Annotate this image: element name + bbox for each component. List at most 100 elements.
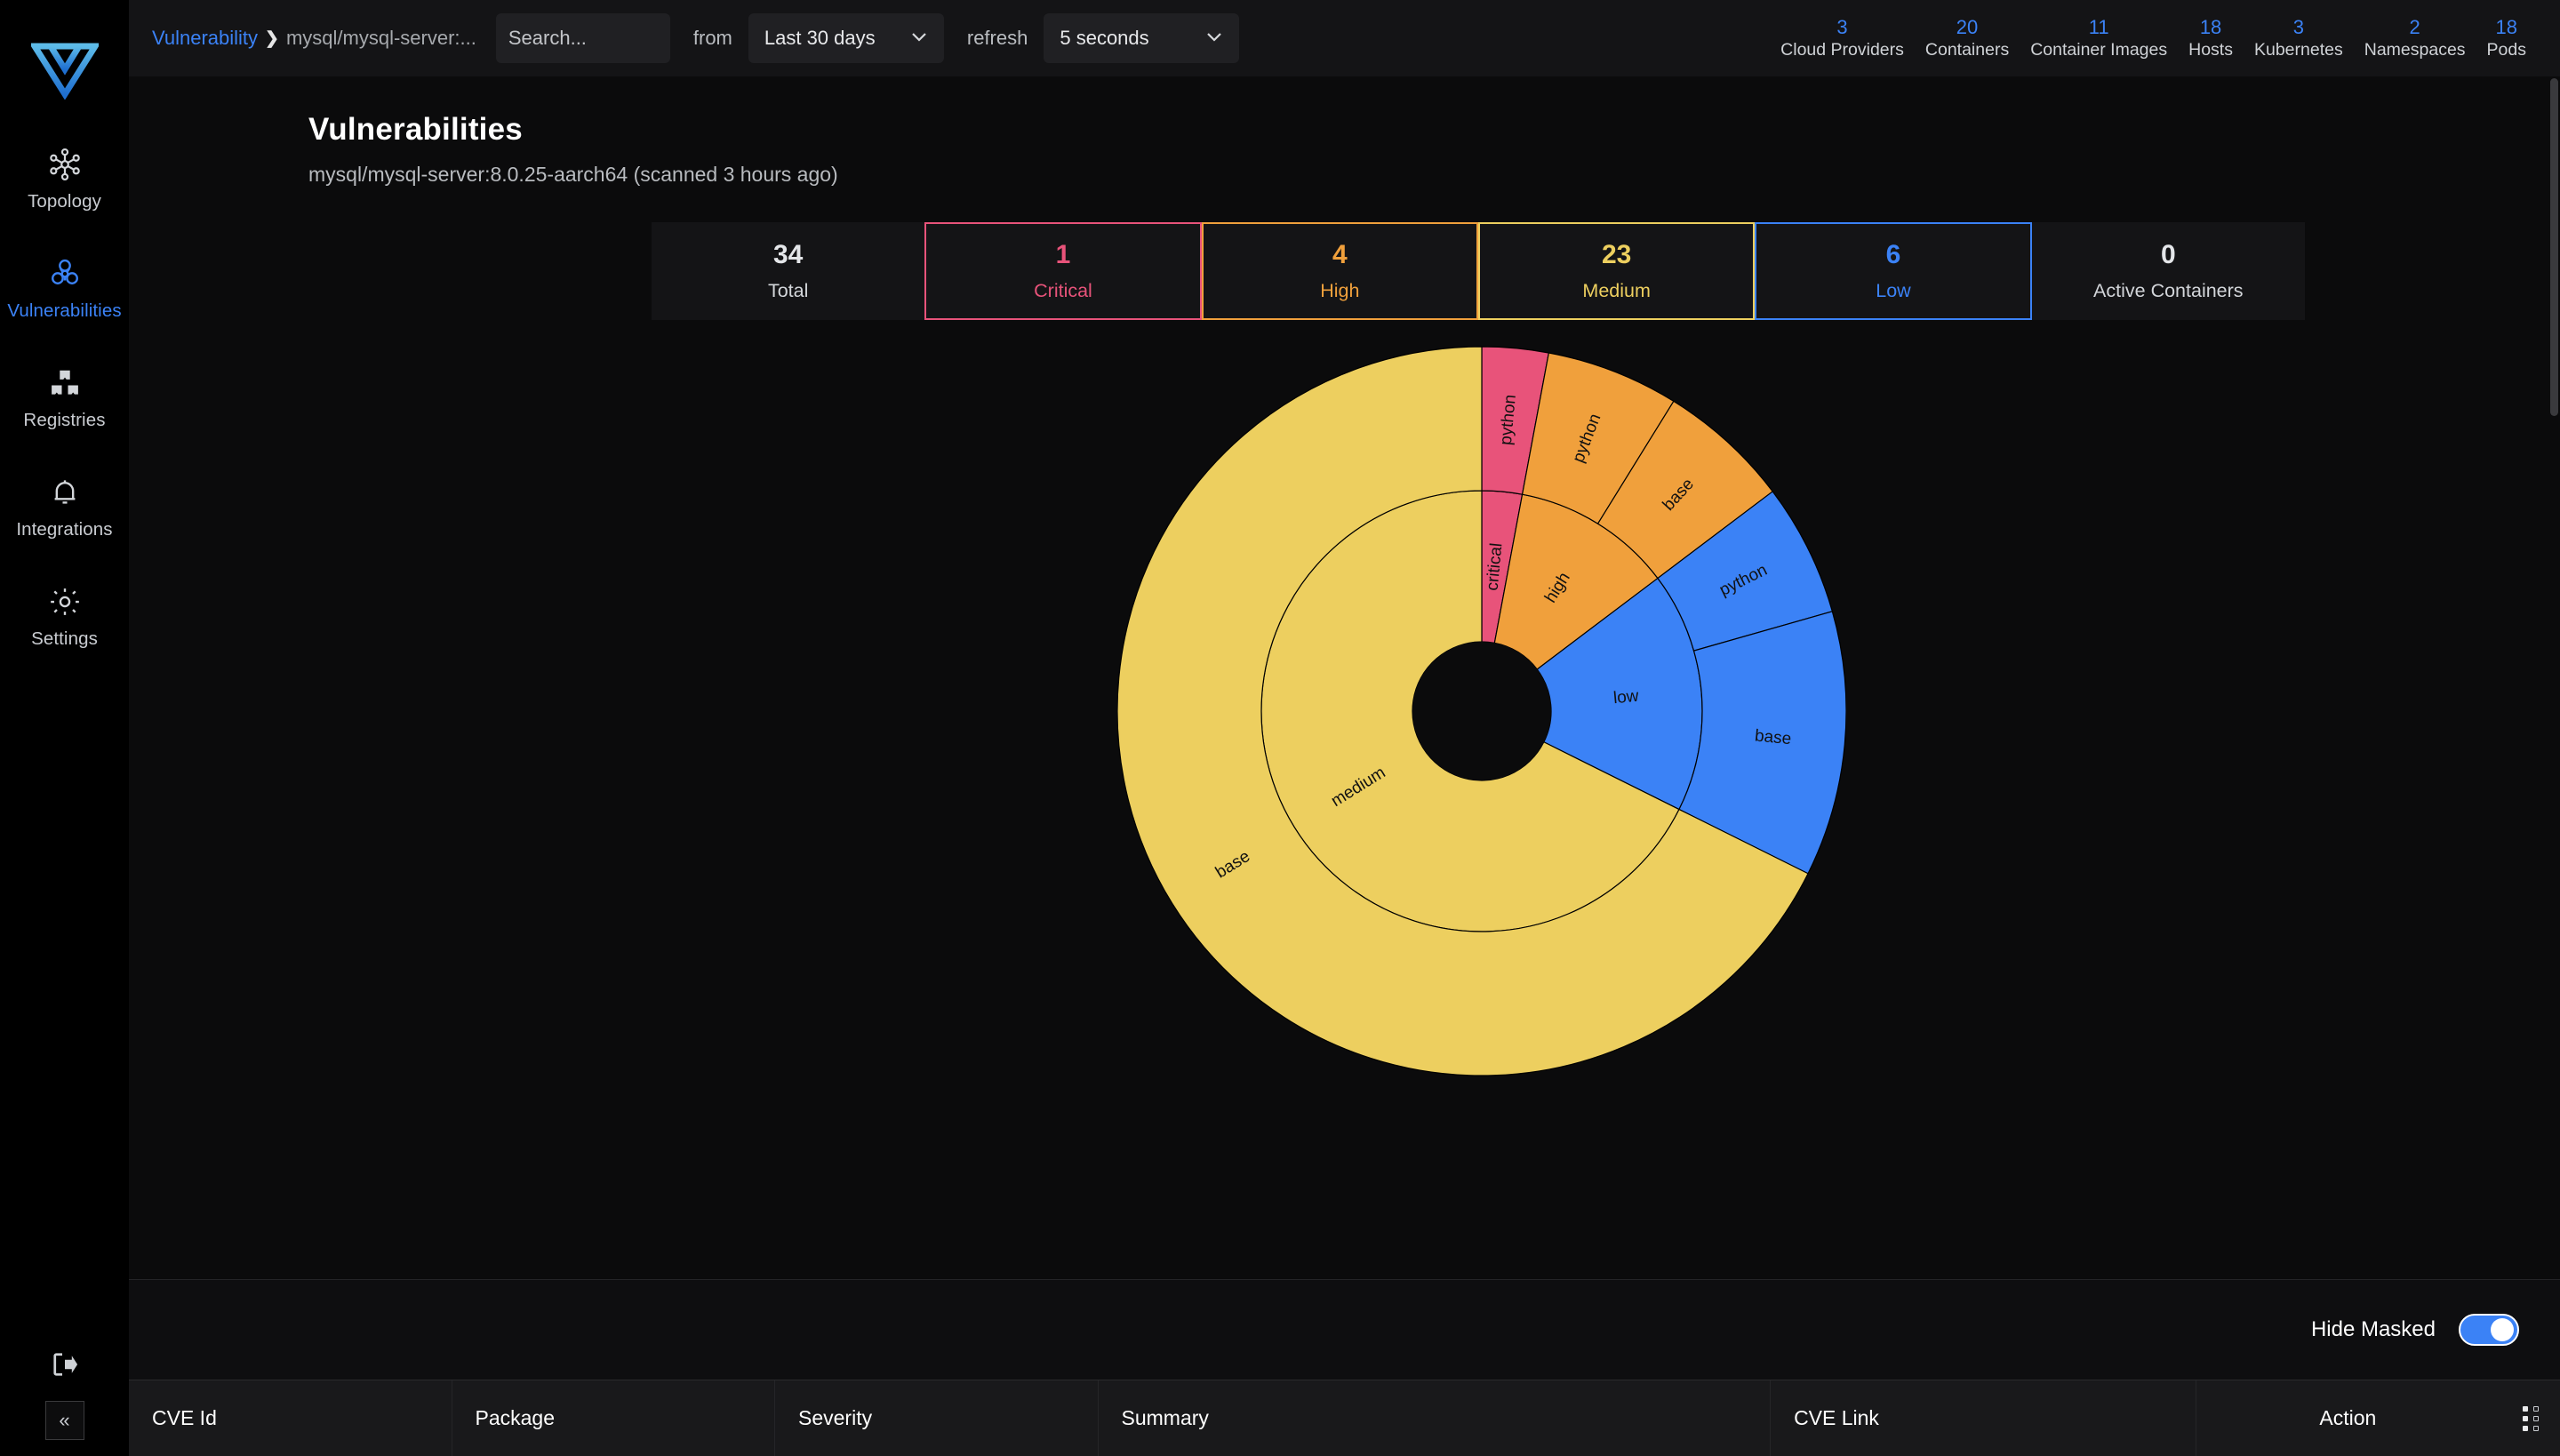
from-label: from — [692, 27, 732, 49]
severity-card-medium[interactable]: 23 Medium — [1477, 222, 1756, 320]
sidebar-nav: Topology Vulnerabilities Registries Inte… — [0, 142, 129, 653]
sunburst-center-hole — [1412, 642, 1551, 780]
severity-label: Total — [767, 280, 809, 301]
stat-label: Pods — [2486, 40, 2526, 60]
hide-masked-row: Hide Masked — [129, 1280, 2560, 1380]
severity-label: Medium — [1582, 280, 1651, 301]
column-header-package[interactable]: Package — [452, 1380, 775, 1456]
sidebar-item-label: Settings — [31, 628, 98, 649]
stat-namespaces[interactable]: 2 Namespaces — [2354, 16, 2476, 60]
stat-value: 3 — [2292, 16, 2304, 38]
hide-masked-toggle[interactable] — [2459, 1314, 2519, 1346]
sidebar-item-vulnerabilities[interactable]: Vulnerabilities — [0, 252, 129, 325]
chart-area: critical high low medium python python base pyt… — [129, 320, 2560, 1218]
stat-kubernetes[interactable]: 3 Kubernetes — [2244, 16, 2354, 60]
stat-value: 2 — [2409, 16, 2420, 38]
severity-label: Active Containers — [2093, 280, 2244, 301]
main-content: Vulnerability ❯ mysql/mysql-server:... f… — [129, 0, 2560, 1456]
stat-value: 11 — [2088, 16, 2109, 38]
page-title: Vulnerabilities — [308, 112, 523, 147]
results-panel: Hide Masked CVE Id Package Severity Summ… — [129, 1279, 2560, 1456]
refresh-label: refresh — [966, 27, 1028, 49]
toggle-knob — [2491, 1318, 2514, 1341]
column-header-cve-link[interactable]: CVE Link — [1771, 1380, 2196, 1456]
breadcrumb-root-link[interactable]: Vulnerability — [152, 27, 258, 50]
hide-masked-label: Hide Masked — [2310, 1317, 2436, 1341]
sidebar-item-label: Topology — [28, 191, 101, 212]
column-header-severity[interactable]: Severity — [775, 1380, 1099, 1456]
severity-card-high[interactable]: 4 High — [1201, 222, 1478, 320]
time-range-value: Last 30 days — [764, 27, 876, 49]
deepfence-logo-icon — [28, 43, 100, 100]
severity-count: 1 — [1055, 240, 1071, 269]
stat-container-images[interactable]: 11 Container Images — [2020, 16, 2178, 60]
stat-cloud-providers[interactable]: 3 Cloud Providers — [1770, 16, 1915, 60]
column-settings-icon — [2523, 1405, 2540, 1431]
stat-label: Container Images — [2030, 40, 2168, 60]
breadcrumb: Vulnerability ❯ mysql/mysql-server:... — [152, 27, 476, 50]
stat-pods[interactable]: 18 Pods — [2476, 16, 2537, 60]
stat-value: 3 — [1836, 16, 1848, 38]
severity-card-total[interactable]: 34 Total — [652, 222, 925, 320]
time-range-select[interactable]: Last 30 days — [748, 13, 944, 63]
topology-icon — [46, 146, 84, 183]
breadcrumb-separator-icon: ❯ — [265, 28, 279, 48]
collapse-chevrons-icon: « — [59, 1409, 70, 1431]
column-header-action[interactable]: Action — [2196, 1380, 2500, 1456]
sidebar-item-settings[interactable]: Settings — [0, 580, 129, 653]
severity-count: 34 — [772, 240, 804, 269]
stat-hosts[interactable]: 18 Hosts — [2178, 16, 2244, 60]
sidebar-item-label: Vulnerabilities — [7, 300, 122, 321]
stat-value: 18 — [2199, 16, 2222, 38]
chevron-down-icon — [908, 26, 930, 52]
sunburst-outer-label-low-base: base — [1754, 727, 1792, 749]
severity-card-low[interactable]: 6 Low — [1755, 222, 2032, 320]
column-header-summary[interactable]: Summary — [1099, 1380, 1772, 1456]
stat-label: Kubernetes — [2253, 40, 2343, 60]
refresh-interval-select[interactable]: 5 seconds — [1044, 13, 1240, 63]
stat-label: Namespaces — [2364, 40, 2466, 60]
page-subtitle: mysql/mysql-server:8.0.25-aarch64 (scann… — [308, 163, 838, 186]
severity-card-critical[interactable]: 1 Critical — [924, 222, 1202, 320]
gear-icon — [46, 583, 84, 620]
inventory-stats: 3 Cloud Providers 20 Containers 11 Conta… — [1770, 0, 2537, 76]
severity-label: Critical — [1034, 280, 1092, 301]
logout-icon[interactable] — [46, 1346, 84, 1383]
sidebar-item-topology[interactable]: Topology — [0, 142, 129, 216]
stat-label: Cloud Providers — [1780, 40, 1904, 60]
severity-count: 0 — [2160, 240, 2176, 269]
refresh-interval-value: 5 seconds — [1060, 27, 1149, 49]
stat-label: Containers — [1924, 40, 2010, 60]
sidebar: Topology Vulnerabilities Registries Inte… — [0, 0, 129, 1456]
collapse-sidebar-button[interactable]: « — [44, 1401, 84, 1440]
chevron-down-icon — [1204, 26, 1225, 52]
sunburst-inner-label-low: low — [1612, 687, 1640, 708]
severity-label: Low — [1876, 280, 1911, 301]
search-input[interactable] — [495, 13, 670, 63]
stat-label: Hosts — [2188, 40, 2233, 60]
boxes-icon — [46, 364, 84, 402]
stat-value: 18 — [2495, 16, 2518, 38]
app-root: Topology Vulnerabilities Registries Inte… — [0, 0, 2560, 1456]
breadcrumb-current[interactable]: mysql/mysql-server:... — [286, 27, 476, 50]
severity-count: 23 — [1601, 240, 1632, 269]
stat-containers[interactable]: 20 Containers — [1915, 16, 2020, 60]
severity-count: 4 — [1332, 240, 1348, 269]
sidebar-footer: « — [0, 1346, 129, 1440]
column-settings-button[interactable] — [2500, 1380, 2560, 1456]
sidebar-item-registries[interactable]: Registries — [0, 361, 129, 435]
bell-icon — [46, 474, 84, 511]
top-bar: Vulnerability ❯ mysql/mysql-server:... f… — [129, 0, 2560, 76]
vulnerability-sunburst-chart[interactable]: critical highlowmediumpython pythonbasepyt… — [1117, 338, 1846, 1084]
page-header: Vulnerabilities mysql/mysql-server:8.0.2… — [129, 76, 2560, 187]
page-scrollbar[interactable] — [2550, 78, 2558, 416]
severity-card-active-containers[interactable]: 0 Active Containers — [2031, 222, 2305, 320]
column-header-cve-id[interactable]: CVE Id — [129, 1380, 452, 1456]
sidebar-item-label: Registries — [23, 410, 106, 430]
severity-label: High — [1320, 280, 1360, 301]
severity-count: 6 — [1885, 240, 1901, 269]
sidebar-item-integrations[interactable]: Integrations — [0, 470, 129, 544]
stat-value: 20 — [1956, 16, 1979, 38]
table-header-row: CVE Id Package Severity Summary CVE Link… — [129, 1380, 2560, 1456]
app-logo[interactable] — [28, 39, 100, 100]
